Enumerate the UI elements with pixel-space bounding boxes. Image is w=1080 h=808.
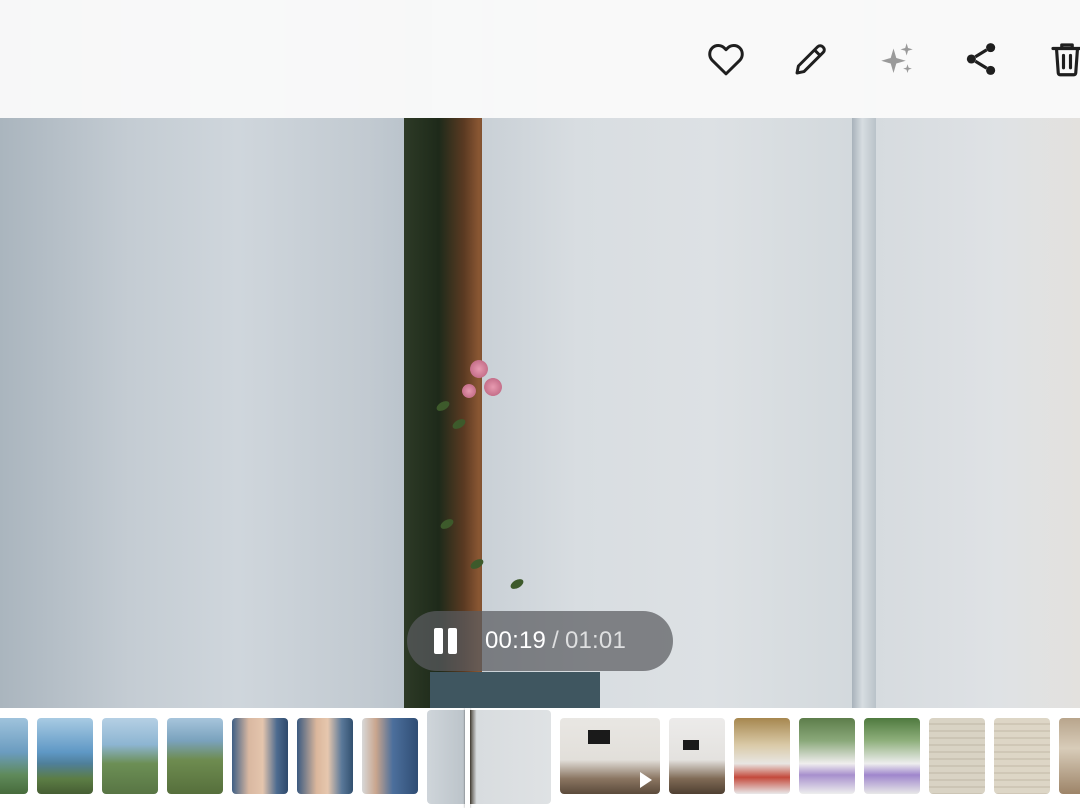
- enhance-button[interactable]: [872, 34, 922, 84]
- share-button[interactable]: [956, 34, 1006, 84]
- filmstrip-thumbnail[interactable]: [864, 718, 920, 794]
- filmstrip-thumbnail[interactable]: [669, 718, 725, 794]
- filmstrip-thumbnail[interactable]: [362, 718, 418, 794]
- edit-button[interactable]: [786, 34, 836, 84]
- tv-shape: [683, 740, 699, 750]
- filmstrip[interactable]: [0, 708, 1080, 808]
- favorite-button[interactable]: [701, 34, 751, 84]
- filmstrip-thumbnail[interactable]: [929, 718, 985, 794]
- pause-icon: [448, 628, 457, 654]
- playback-time: 00:19/01:01: [485, 627, 626, 655]
- pencil-icon: [795, 44, 826, 75]
- pause-icon: [434, 628, 443, 654]
- tv-shape: [588, 730, 610, 744]
- flower: [470, 360, 488, 378]
- filmstrip-thumbnail[interactable]: [734, 718, 790, 794]
- filmstrip-thumbnail[interactable]: [232, 718, 288, 794]
- filmstrip-thumbnail-current[interactable]: [427, 710, 551, 804]
- time-separator: /: [552, 627, 559, 654]
- heart-icon: [708, 43, 744, 76]
- filmstrip-playhead[interactable]: [465, 708, 470, 808]
- curtain-seam: [852, 118, 878, 708]
- filmstrip-thumbnail[interactable]: [799, 718, 855, 794]
- sparkles-icon: [881, 43, 913, 73]
- filmstrip-thumbnail[interactable]: [167, 718, 223, 794]
- share-icon: [966, 43, 996, 75]
- filmstrip-thumbnail[interactable]: [37, 718, 93, 794]
- video-play-icon: [640, 772, 652, 788]
- top-toolbar: [0, 0, 1080, 118]
- filmstrip-thumbnail[interactable]: [560, 718, 660, 794]
- playback-controls: 00:19/01:01: [407, 611, 673, 671]
- current-time: 00:19: [485, 627, 547, 654]
- flower: [484, 378, 502, 396]
- duration: 01:01: [564, 627, 626, 654]
- filmstrip-thumbnail[interactable]: [297, 718, 353, 794]
- filmstrip-thumbnail[interactable]: [994, 718, 1050, 794]
- trash-icon: [1051, 43, 1080, 77]
- filmstrip-thumbnail[interactable]: [0, 718, 28, 794]
- flower: [462, 384, 476, 398]
- pause-button[interactable]: [431, 626, 461, 656]
- filmstrip-thumbnail[interactable]: [102, 718, 158, 794]
- delete-button[interactable]: [1042, 34, 1080, 84]
- filmstrip-thumbnail[interactable]: [1059, 718, 1080, 794]
- floor: [430, 672, 600, 708]
